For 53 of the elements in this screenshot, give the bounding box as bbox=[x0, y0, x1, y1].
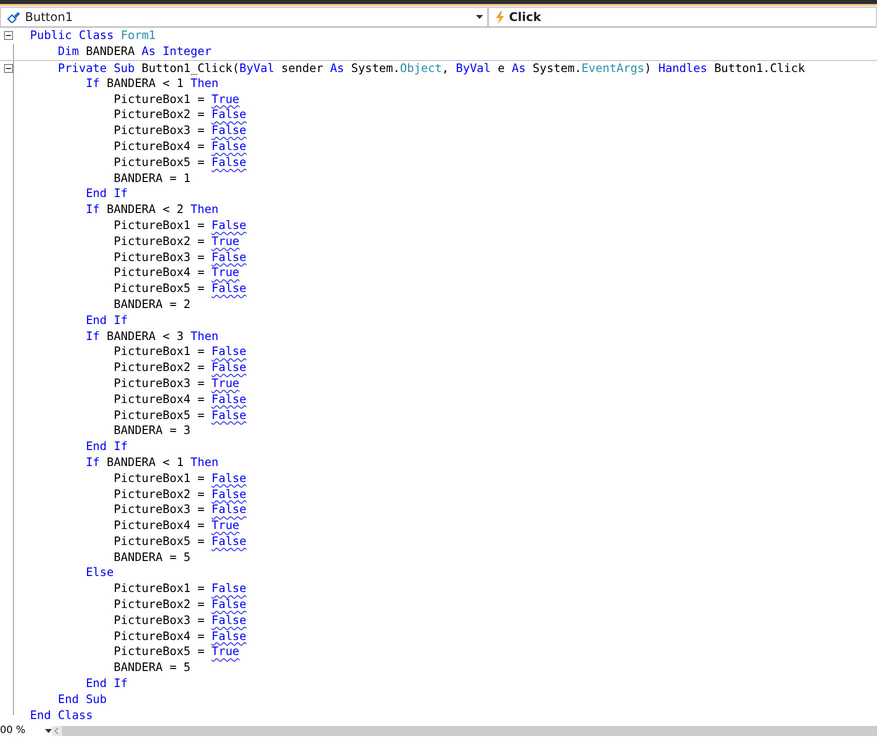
code-line: PictureBox2 = False bbox=[112, 486, 246, 502]
code-line: If BANDERA < 3 Then bbox=[84, 328, 218, 344]
collapse-icon[interactable] bbox=[4, 64, 13, 73]
code-line: If BANDERA < 1 Then bbox=[84, 76, 218, 91]
code-line: BANDERA = 1 bbox=[112, 170, 191, 186]
code-line: End If bbox=[84, 186, 128, 202]
code-line: PictureBox5 = False bbox=[112, 534, 246, 549]
code-line: If BANDERA < 2 Then bbox=[84, 202, 218, 218]
code-line: PictureBox1 = False bbox=[112, 218, 246, 233]
lightning-icon bbox=[495, 10, 505, 24]
code-line: PictureBox3 = False bbox=[112, 250, 246, 265]
code-line: BANDERA = 5 bbox=[112, 550, 191, 565]
code-line: If BANDERA < 1 Then bbox=[84, 454, 218, 470]
dropdown-arrow-icon bbox=[45, 729, 52, 733]
zoom-dropdown[interactable]: 00 % bbox=[0, 726, 52, 736]
code-line: PictureBox4 = False bbox=[112, 138, 246, 154]
code-line: PictureBox2 = False bbox=[112, 597, 246, 612]
collapse-icon[interactable] bbox=[4, 31, 13, 40]
code-line: Else bbox=[84, 565, 114, 580]
code-line: PictureBox5 = False bbox=[112, 154, 246, 170]
code-line: BANDERA = 5 bbox=[112, 660, 191, 676]
code-line: Dim BANDERA As Integer bbox=[56, 44, 212, 60]
code-line: End If bbox=[84, 439, 128, 454]
dropdown-arrow-icon bbox=[476, 15, 483, 19]
code-line: PictureBox4 = False bbox=[112, 392, 246, 407]
code-line: PictureBox4 = True bbox=[112, 265, 240, 280]
event-dropdown[interactable]: Click bbox=[488, 7, 877, 27]
object-dropdown[interactable]: Button1 bbox=[0, 7, 488, 27]
code-line: PictureBox5 = False bbox=[112, 281, 246, 296]
code-line: PictureBox5 = False bbox=[112, 408, 246, 423]
code-line: PictureBox3 = False bbox=[112, 502, 246, 518]
code-line: PictureBox1 = False bbox=[112, 470, 246, 486]
object-icon bbox=[7, 11, 21, 23]
code-line: PictureBox1 = False bbox=[112, 581, 246, 596]
code-line: PictureBox4 = False bbox=[112, 628, 246, 644]
code-line: PictureBox5 = True bbox=[112, 644, 240, 660]
code-line: PictureBox1 = False bbox=[112, 344, 246, 360]
code-line: PictureBox3 = True bbox=[112, 376, 240, 391]
code-line: BANDERA = 2 bbox=[112, 296, 191, 312]
code-line: PictureBox3 = False bbox=[112, 123, 246, 138]
code-line: End Sub bbox=[56, 692, 107, 707]
code-line: End Class bbox=[30, 708, 93, 723]
code-line: PictureBox3 = False bbox=[112, 612, 246, 628]
code-line: PictureBox4 = True bbox=[112, 518, 240, 534]
code-line: PictureBox2 = True bbox=[112, 234, 240, 249]
code-line: End If bbox=[84, 312, 128, 328]
code-line: BANDERA = 3 bbox=[112, 423, 191, 438]
code-line: PictureBox2 = False bbox=[112, 360, 246, 376]
code-line: End If bbox=[84, 676, 128, 692]
code-line: PictureBox2 = False bbox=[112, 107, 246, 122]
code-line: Private Sub Button1_Click(ByVal sender As System.Object, ByVal e As System.EventArgs) Handles Button1.Click bbox=[56, 60, 805, 76]
code-line: Public Class Form1 bbox=[30, 28, 156, 44]
code-line: PictureBox1 = True bbox=[112, 92, 240, 107]
